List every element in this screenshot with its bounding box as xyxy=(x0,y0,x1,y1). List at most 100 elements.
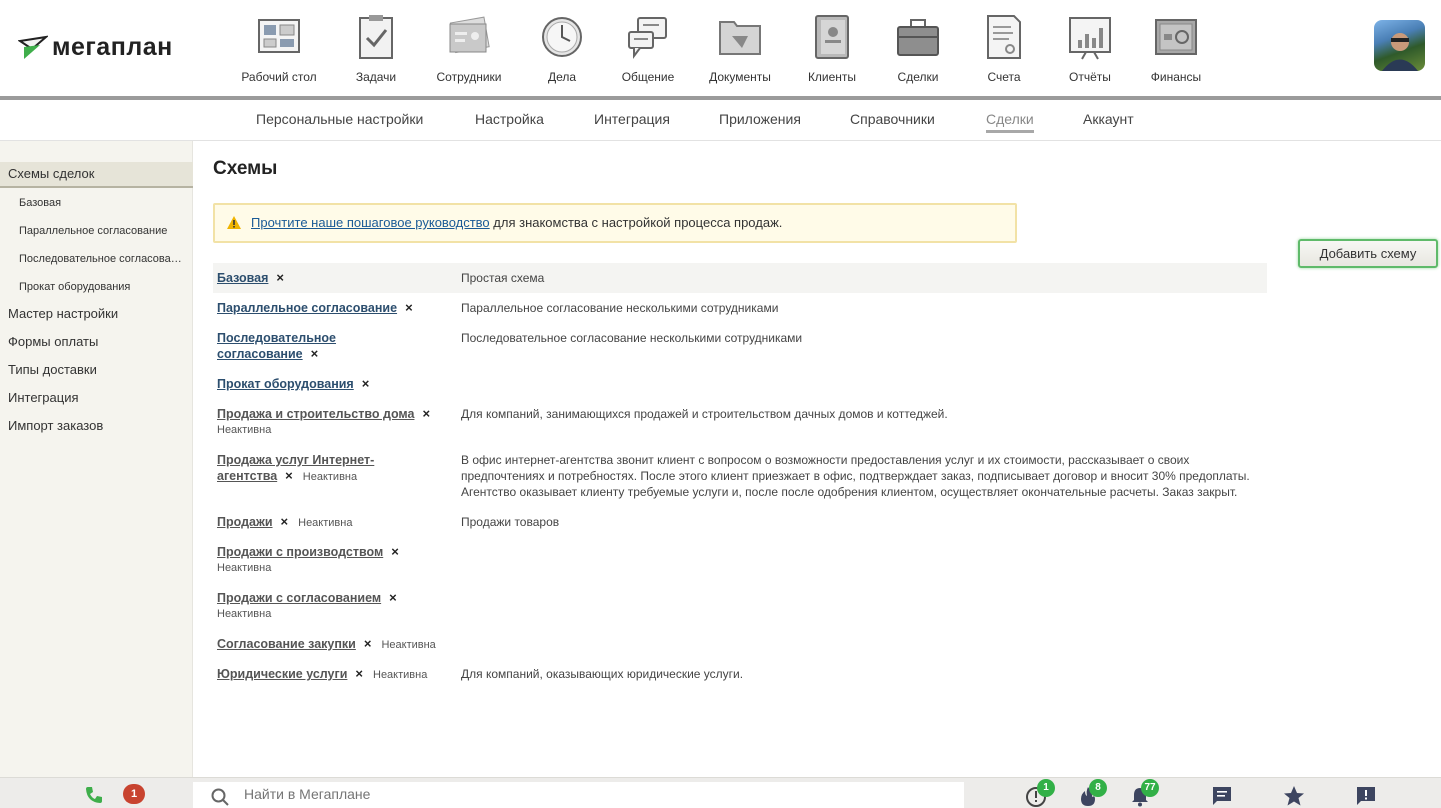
clock-icon xyxy=(542,17,582,57)
delete-icon[interactable]: × xyxy=(311,346,319,362)
search-input[interactable] xyxy=(244,786,944,802)
folder-icon xyxy=(719,21,761,55)
hot-badge: 8 xyxy=(1089,779,1107,797)
messages-button[interactable] xyxy=(1211,785,1233,807)
favorites-button[interactable] xyxy=(1283,785,1305,807)
table-row: Продажи с производством × Неактивна xyxy=(213,537,1267,583)
global-search xyxy=(193,782,964,808)
delete-icon[interactable]: × xyxy=(389,590,397,606)
nav-deals-clock[interactable]: Дела xyxy=(517,14,607,84)
nav-deals[interactable]: Сделки xyxy=(873,14,963,84)
nav-invoices[interactable]: Счета xyxy=(959,14,1049,84)
table-row: Продажи с согласованием × Неактивна xyxy=(213,583,1267,629)
safe-icon xyxy=(1155,19,1197,55)
sidebar-item-sequential-approval[interactable]: Последовательное согласование xyxy=(0,248,185,270)
notice-text: для знакомства с настройкой процесса про… xyxy=(489,215,783,230)
delete-icon[interactable]: × xyxy=(391,544,399,560)
scheme-link[interactable]: Параллельное согласование xyxy=(217,301,397,315)
nav-clients[interactable]: Клиенты xyxy=(787,14,877,84)
subnav-personal-settings[interactable]: Персональные настройки xyxy=(256,111,423,127)
delete-icon[interactable]: × xyxy=(362,376,370,392)
scheme-link[interactable]: Базовая xyxy=(217,271,268,285)
sidebar-item-order-import[interactable]: Импорт заказов xyxy=(0,415,193,437)
page-title: Схемы xyxy=(213,158,278,179)
guide-notice: Прочтите наше пошаговое руководство для … xyxy=(213,203,1017,243)
subnav-deals[interactable]: Сделки xyxy=(986,111,1034,133)
table-row: Юридические услуги × Неактивна Для компани… xyxy=(213,659,1267,689)
logo-text: мегаплан xyxy=(52,33,173,61)
megaplan-logo[interactable]: мегаплан xyxy=(18,33,173,62)
scheme-link[interactable]: Прокат оборудования xyxy=(217,377,354,391)
sidebar-item-payment-forms[interactable]: Формы оплаты xyxy=(0,331,193,353)
table-row: Параллельное согласование × Параллельное … xyxy=(213,293,1267,323)
guide-link[interactable]: Прочтите наше пошаговое руководство xyxy=(251,215,490,230)
nav-finance[interactable]: Финансы xyxy=(1131,14,1221,84)
scheme-description: Для компаний, оказывающих юридические ус… xyxy=(461,667,744,681)
warning-icon xyxy=(227,216,241,229)
settings-subnav: Персональные настройки Настройка Интегра… xyxy=(0,100,1441,141)
nav-tasks[interactable]: Задачи xyxy=(331,14,421,84)
logo-paper-plane-icon xyxy=(18,35,48,59)
sidebar-item-integration[interactable]: Интеграция xyxy=(0,387,193,409)
scheme-link[interactable]: Юридические услуги xyxy=(217,667,347,681)
delete-icon[interactable]: × xyxy=(355,666,363,682)
subnav-integration[interactable]: Интеграция xyxy=(594,111,670,127)
table-row: Последовательное согласование × Последова… xyxy=(213,323,1267,369)
sidebar-item-equipment-rental[interactable]: Прокат оборудования xyxy=(0,276,193,298)
top-header: мегаплан Рабочий стол Задачи Сотрудники … xyxy=(0,0,1441,97)
nav-communication[interactable]: Общение xyxy=(603,14,693,84)
sidebar: Схемы сделок Базовая Параллельное соглас… xyxy=(0,141,193,777)
desktop-icon xyxy=(258,19,300,53)
nav-employees[interactable]: Сотрудники xyxy=(424,14,514,84)
delete-icon[interactable]: × xyxy=(281,514,289,530)
scheme-description: Параллельное согласование несколькими со… xyxy=(461,301,779,315)
delete-icon[interactable]: × xyxy=(364,636,372,652)
bottom-bar: 1 1 8 77 xyxy=(0,777,1441,808)
subnav-settings[interactable]: Настройка xyxy=(475,111,544,127)
subnav-directories[interactable]: Справочники xyxy=(850,111,935,127)
status-badge: Неактивна xyxy=(381,639,436,651)
alerts-button[interactable]: 1 xyxy=(1025,779,1055,807)
employees-icon xyxy=(449,16,490,54)
subnav-apps[interactable]: Приложения xyxy=(719,111,801,127)
user-avatar[interactable] xyxy=(1374,20,1425,71)
scheme-link[interactable]: Продажи xyxy=(217,515,273,529)
scheme-description: Для компаний, занимающихся продажей и ст… xyxy=(461,407,948,421)
delete-icon[interactable]: × xyxy=(276,270,284,286)
star-icon xyxy=(1284,786,1304,806)
status-badge: Неактивна xyxy=(302,471,358,483)
feedback-icon xyxy=(1357,787,1375,805)
status-badge: Неактивна xyxy=(217,608,272,620)
delete-icon[interactable]: × xyxy=(422,406,430,422)
table-row: Согласование закупки × Неактивна xyxy=(213,629,1267,659)
scheme-link[interactable]: Продажи с согласованием xyxy=(217,591,381,605)
feedback-button[interactable] xyxy=(1355,785,1377,807)
delete-icon[interactable]: × xyxy=(405,300,413,316)
hot-button[interactable]: 8 xyxy=(1077,779,1107,807)
alerts-badge: 1 xyxy=(1037,779,1055,797)
subnav-account[interactable]: Аккаунт xyxy=(1083,111,1134,127)
bottom-left-panel: 1 xyxy=(0,778,193,808)
calls-badge[interactable]: 1 xyxy=(123,784,145,804)
nav-desktop[interactable]: Рабочий стол xyxy=(234,14,324,84)
sidebar-item-setup-wizard[interactable]: Мастер настройки xyxy=(0,303,193,325)
nav-reports[interactable]: Отчёты xyxy=(1045,14,1135,84)
tasks-icon xyxy=(359,15,393,59)
table-row: Продажа и строительство дома × Неактивна Д… xyxy=(213,399,1267,445)
sidebar-item-parallel-approval[interactable]: Параллельное согласование xyxy=(0,220,193,242)
notifications-button[interactable]: 77 xyxy=(1129,779,1159,807)
sidebar-item-deal-schemes[interactable]: Схемы сделок xyxy=(0,162,193,188)
add-scheme-button[interactable]: Добавить схему xyxy=(1298,239,1438,268)
scheme-link[interactable]: Согласование закупки xyxy=(217,637,356,651)
status-badge: Неактивна xyxy=(298,517,353,529)
delete-icon[interactable]: × xyxy=(285,468,293,484)
invoice-icon xyxy=(987,15,1021,59)
search-icon xyxy=(211,788,229,806)
nav-documents[interactable]: Документы xyxy=(695,14,785,84)
scheme-link[interactable]: Продажа и строительство дома xyxy=(217,407,414,421)
chat-icon xyxy=(628,17,667,59)
sidebar-item-basic[interactable]: Базовая xyxy=(0,192,193,214)
phone-icon[interactable] xyxy=(84,785,104,805)
scheme-link[interactable]: Продажи с производством xyxy=(217,545,383,559)
sidebar-item-delivery-types[interactable]: Типы доставки xyxy=(0,359,193,381)
